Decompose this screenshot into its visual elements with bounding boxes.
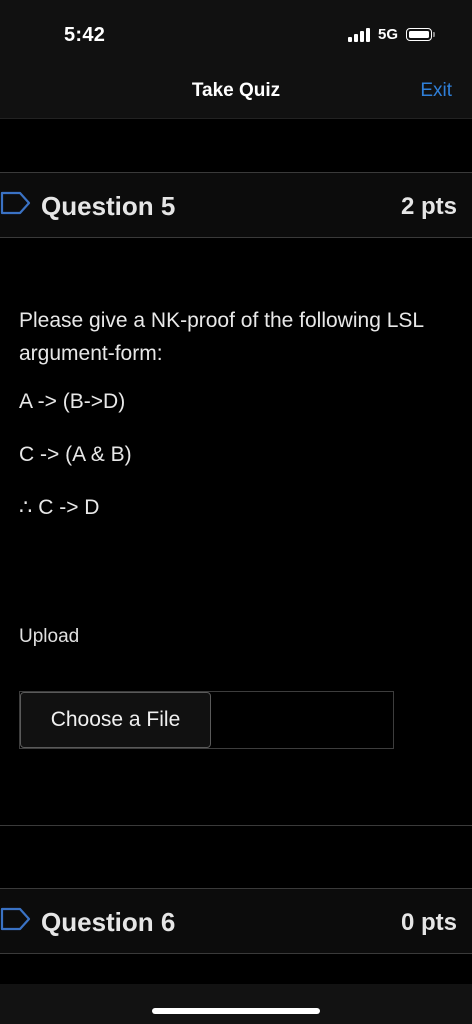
upload-label: Upload xyxy=(19,626,80,647)
question-6-header: Question 6 0 pts xyxy=(0,888,472,954)
network-type: 5G xyxy=(377,26,398,43)
question-5-header: Question 5 2 pts xyxy=(0,172,472,238)
question-title: Question 6 xyxy=(41,907,176,937)
premise-1: A -> (B->D) xyxy=(19,390,126,413)
signal-bars-icon xyxy=(347,27,370,42)
battery-icon xyxy=(406,28,435,41)
status-time: 5:42 xyxy=(64,24,106,46)
status-bar: 5:42 5G xyxy=(0,0,472,62)
conclusion: ∴ C -> D xyxy=(19,496,100,519)
premise-2: C -> (A & B) xyxy=(19,443,132,466)
choose-file-button[interactable]: Choose a File xyxy=(20,692,211,748)
nav-bar: Take Quiz Exit xyxy=(0,62,472,119)
status-indicators: 5G xyxy=(347,26,435,43)
page-title: Take Quiz xyxy=(191,80,281,101)
home-indicator[interactable] xyxy=(152,1008,320,1014)
exit-button[interactable]: Exit xyxy=(420,80,452,102)
file-upload-field[interactable]: Choose a File xyxy=(19,691,394,749)
question-divider xyxy=(0,825,472,826)
question-prompt: Please give a NK-proof of the following … xyxy=(19,309,424,365)
home-indicator-area xyxy=(0,984,472,1024)
bookmark-flag-icon[interactable] xyxy=(0,907,32,931)
question-points: 2 pts xyxy=(400,193,457,220)
question-title: Question 5 xyxy=(41,191,176,221)
question-body: Please give a NK-proof of the following … xyxy=(19,304,449,544)
question-points: 0 pts xyxy=(400,909,457,936)
bookmark-flag-icon[interactable] xyxy=(0,191,32,215)
